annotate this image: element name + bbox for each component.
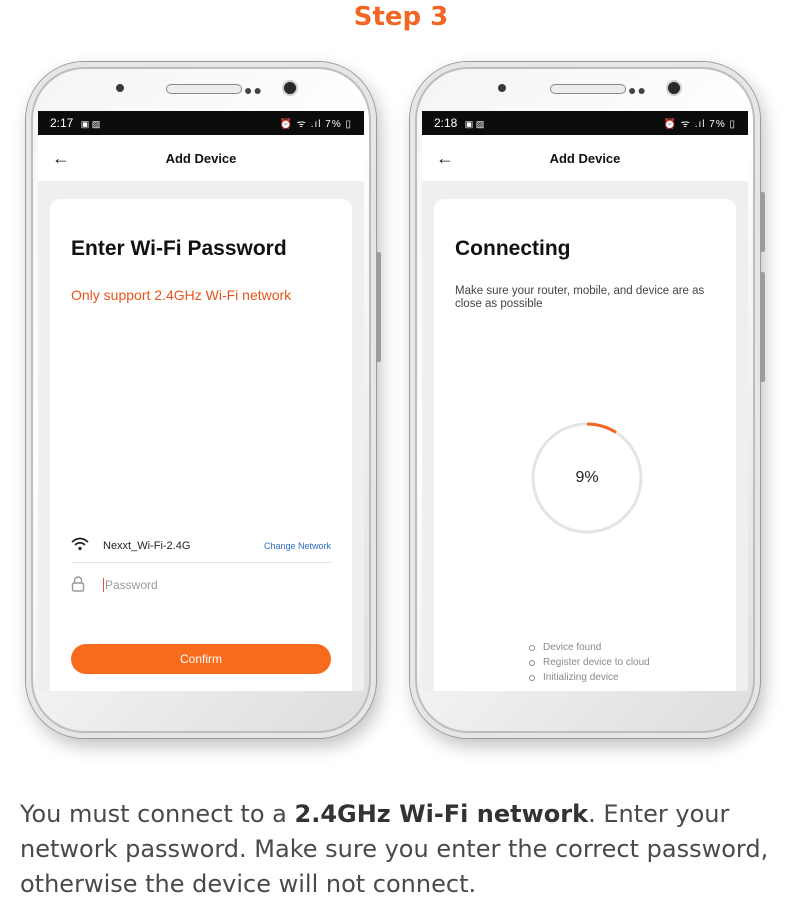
wifi-password-card: Enter Wi-Fi Password Only support 2.4GHz… xyxy=(50,199,352,691)
list-item: Initializing device xyxy=(529,670,650,685)
side-button xyxy=(376,252,381,362)
bullet-icon xyxy=(529,674,535,681)
status-icons: ⏰ ᯤ .ıl 7% ▯ xyxy=(663,119,736,130)
front-camera xyxy=(668,82,680,94)
caption-bold: 2.4GHz Wi-Fi network xyxy=(294,800,589,828)
proximity-sensor xyxy=(498,84,506,92)
phone-left: ●● 2:17 ▣ ▨ ⏰ ᯤ .ıl 7% ▯ ← Add Device En… xyxy=(26,62,381,738)
caption-text: You must connect to a xyxy=(20,800,295,828)
front-camera xyxy=(284,82,296,94)
step-label: Device found xyxy=(543,642,602,653)
wifi-network-row: Nexxt_Wi-Fi-2.4G Change Network xyxy=(71,530,331,563)
lock-icon xyxy=(71,575,103,595)
phone-screen-right: 2:18 ▣ ▨ ⏰ ᯤ .ıl 7% ▯ ← Add Device Conne… xyxy=(422,111,748,691)
phone-right: ●● 2:18 ▣ ▨ ⏰ ᯤ .ıl 7% ▯ ← Add Device Co… xyxy=(410,62,765,738)
wifi-warning-note: Only support 2.4GHz Wi-Fi network xyxy=(71,287,292,303)
side-button xyxy=(760,272,765,382)
sensor-dots: ●● xyxy=(628,82,647,98)
notification-icons: ▣ ▨ xyxy=(80,119,101,129)
text-cursor xyxy=(103,578,104,592)
change-network-link[interactable]: Change Network xyxy=(264,541,331,551)
speaker-grille xyxy=(550,84,626,94)
bullet-icon xyxy=(529,659,535,666)
header-title: Add Device xyxy=(165,150,237,166)
instruction-caption: You must connect to a 2.4GHz Wi-Fi netwo… xyxy=(20,797,790,902)
header-title: Add Device xyxy=(549,150,621,166)
back-arrow-icon[interactable]: ← xyxy=(436,148,454,169)
password-placeholder: Password xyxy=(105,578,158,592)
app-header: ← Add Device xyxy=(38,135,364,181)
bullet-icon xyxy=(529,644,535,651)
status-time: 2:17 xyxy=(50,116,74,130)
wifi-ssid: Nexxt_Wi-Fi-2.4G xyxy=(103,540,191,552)
status-bar: 2:18 ▣ ▨ ⏰ ᯤ .ıl 7% ▯ xyxy=(422,111,748,135)
volume-button xyxy=(760,192,765,252)
app-header: ← Add Device xyxy=(422,135,748,181)
page-heading: Connecting xyxy=(455,237,571,260)
step-label: Initializing device xyxy=(543,672,619,683)
list-item: Register device to cloud xyxy=(529,655,650,670)
status-icons: ⏰ ᯤ .ıl 7% ▯ xyxy=(279,119,352,130)
sensor-dots: ●● xyxy=(244,82,263,98)
confirm-button[interactable]: Confirm xyxy=(71,644,331,674)
phone-screen-left: 2:17 ▣ ▨ ⏰ ᯤ .ıl 7% ▯ ← Add Device Enter… xyxy=(38,111,364,691)
step-label: Register device to cloud xyxy=(543,657,650,668)
proximity-hint: Make sure your router, mobile, and devic… xyxy=(455,285,705,310)
progress-percent: 9% xyxy=(575,469,599,486)
speaker-grille xyxy=(166,84,242,94)
step-title: Step 3 xyxy=(353,2,449,32)
progress-ring: 9% xyxy=(528,419,646,537)
notification-icons: ▣ ▨ xyxy=(464,119,485,129)
status-bar: 2:17 ▣ ▨ ⏰ ᯤ .ıl 7% ▯ xyxy=(38,111,364,135)
connecting-card: Connecting Make sure your router, mobile… xyxy=(434,199,736,691)
list-item: Device found xyxy=(529,640,650,655)
status-time: 2:18 xyxy=(434,116,458,130)
wifi-icon xyxy=(71,537,103,556)
password-field[interactable]: Password xyxy=(71,571,331,599)
back-arrow-icon[interactable]: ← xyxy=(52,148,70,169)
proximity-sensor xyxy=(116,84,124,92)
connection-steps: Device found Register device to cloud In… xyxy=(529,640,650,685)
page-heading: Enter Wi-Fi Password xyxy=(71,237,287,260)
